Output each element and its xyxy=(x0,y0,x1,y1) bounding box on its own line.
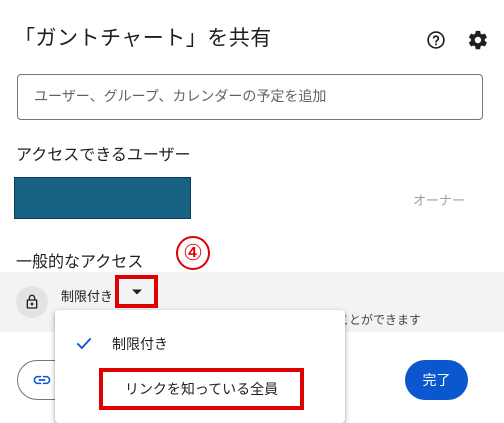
dialog-title: 「ガントチャート」を共有 xyxy=(14,26,272,50)
add-people-input[interactable] xyxy=(17,74,483,120)
general-access-dropdown-menu: 制限付き リンクを知っている全員 xyxy=(55,310,345,423)
lock-icon-badge xyxy=(16,286,48,318)
redacted-user-entry xyxy=(14,177,191,219)
gear-icon xyxy=(468,30,487,50)
caret-down-icon xyxy=(131,289,142,294)
owner-role-label: オーナー xyxy=(413,194,466,209)
done-button[interactable]: 完了 xyxy=(405,360,468,400)
step-marker-annotation: ④ xyxy=(176,236,210,270)
menu-item-restricted[interactable]: 制限付き xyxy=(55,318,345,368)
help-circle-icon xyxy=(427,31,445,49)
link-icon xyxy=(33,375,51,385)
general-access-dropdown-button[interactable] xyxy=(115,275,158,308)
share-dialog: 「ガントチャート」を共有 アクセスできるユーザー オーナー 一般的なアクセス ④… xyxy=(0,0,504,423)
menu-item-label: 制限付き xyxy=(112,337,168,353)
general-access-heading: 一般的なアクセス xyxy=(16,252,144,271)
highlight-annotation-box: リンクを知っている全員 xyxy=(99,368,304,410)
general-access-description: ことができます xyxy=(337,313,422,327)
general-access-value[interactable]: 制限付き xyxy=(61,286,113,305)
lock-icon xyxy=(26,294,38,309)
menu-item-anyone-with-link[interactable]: リンクを知っている全員 xyxy=(55,366,345,416)
people-with-access-heading: アクセスできるユーザー xyxy=(16,145,191,164)
menu-item-label: リンクを知っている全員 xyxy=(124,382,279,398)
settings-button[interactable] xyxy=(466,28,490,52)
checkmark-icon xyxy=(73,332,95,354)
help-button[interactable] xyxy=(424,28,448,52)
